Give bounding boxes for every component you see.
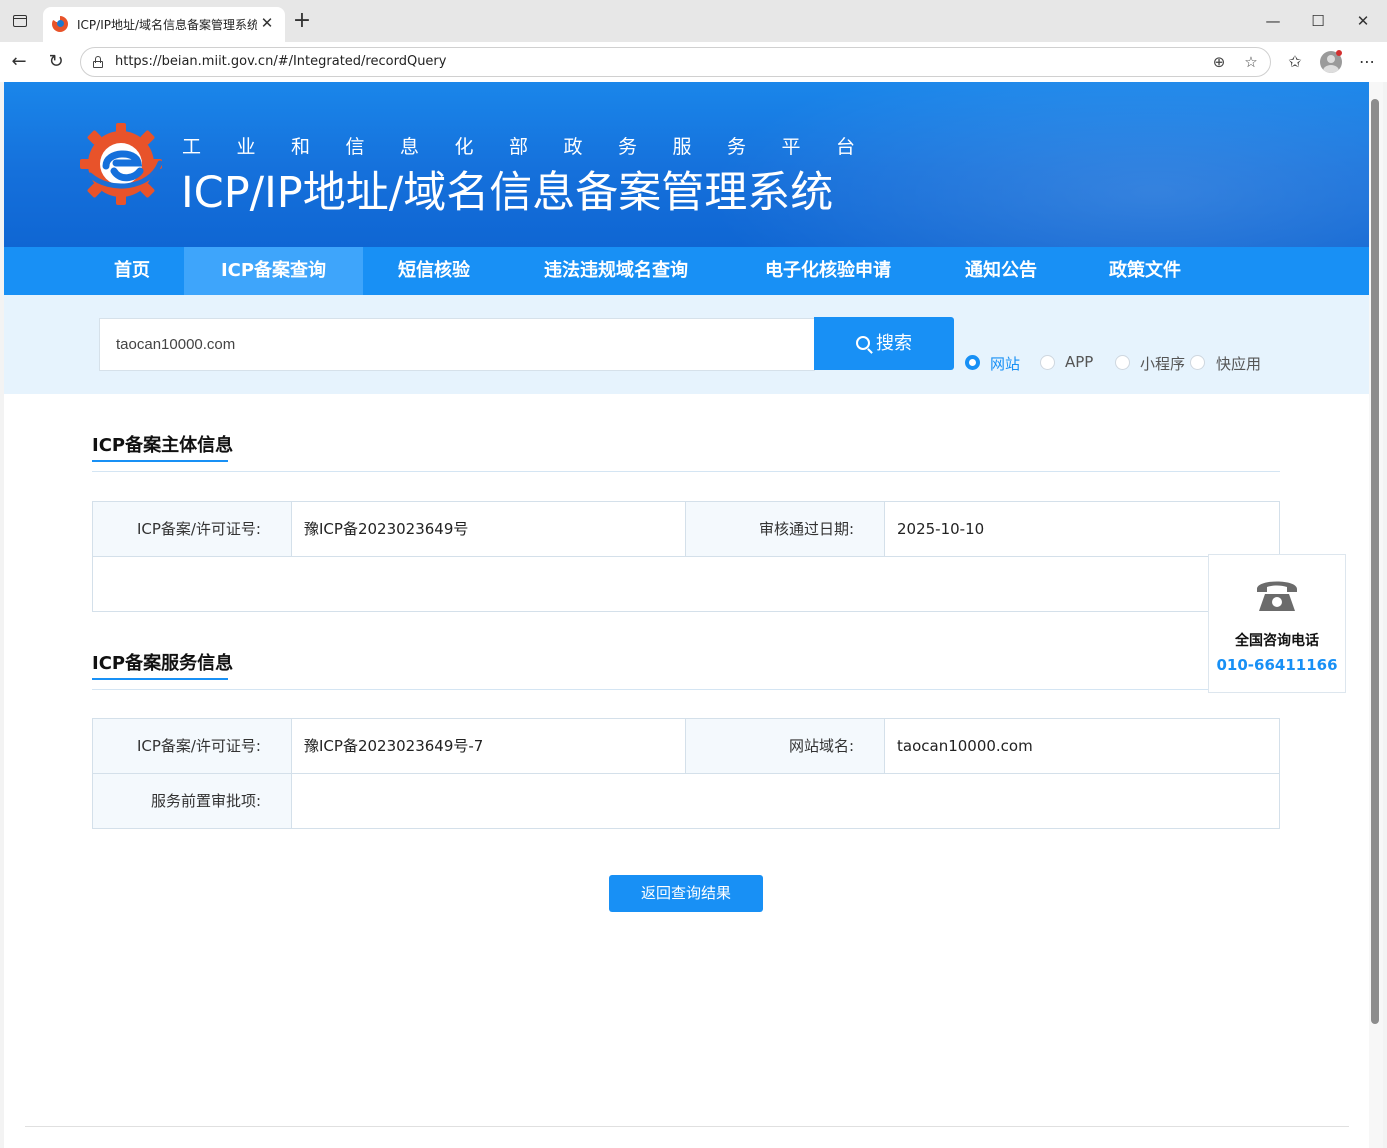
- site-favicon-icon: [52, 16, 68, 32]
- more-menu-icon[interactable]: ⋯: [1354, 49, 1380, 75]
- pre-approval-label: 服务前置审批项:: [92, 773, 292, 829]
- tab-actions-icon[interactable]: [8, 9, 32, 33]
- browser-tab[interactable]: ICP/IP地址/域名信息备案管理系统 ✕: [43, 7, 285, 42]
- close-tab-icon[interactable]: ✕: [257, 13, 277, 33]
- zoom-icon[interactable]: ⊕: [1209, 52, 1229, 72]
- service-license-label: ICP备案/许可证号:: [92, 718, 292, 774]
- lock-icon[interactable]: [93, 56, 103, 68]
- minimize-button[interactable]: —: [1253, 8, 1293, 34]
- profile-badge-icon: [1336, 50, 1342, 56]
- consult-phone[interactable]: 010-66411166: [1209, 656, 1345, 674]
- service-license-value: 豫ICP备2023023649号-7: [291, 718, 686, 774]
- domain-value: taocan10000.com: [884, 718, 1280, 774]
- pre-approval-value: [291, 773, 1280, 829]
- maximize-button[interactable]: ☐: [1298, 8, 1338, 34]
- main-nav: 首页 ICP备案查询 短信核验 违法违规域名查询 电子化核验申请 通知公告 政策…: [4, 247, 1369, 295]
- radio-dot-icon: [1115, 355, 1130, 370]
- back-to-results-button[interactable]: 返回查询结果: [609, 875, 763, 912]
- nav-sms-verify[interactable]: 短信核验: [376, 247, 492, 295]
- url-text[interactable]: https://beian.miit.gov.cn/#/Integrated/r…: [115, 54, 446, 69]
- site-logo-icon: [80, 123, 162, 205]
- back-arrow-icon[interactable]: ←: [6, 49, 32, 75]
- nav-policy-docs[interactable]: 政策文件: [1088, 247, 1202, 295]
- nav-home[interactable]: 首页: [84, 247, 180, 295]
- search-button[interactable]: 搜索: [814, 317, 954, 370]
- radio-dot-icon: [965, 355, 980, 370]
- radio-mini-program[interactable]: 小程序: [1115, 353, 1190, 373]
- nav-illegal-domain-query[interactable]: 违法违规域名查询: [525, 247, 707, 295]
- approval-date-value: 2025-10-10: [884, 501, 1280, 557]
- subject-license-value: 豫ICP备2023023649号: [291, 501, 686, 557]
- section-divider: [92, 471, 1280, 472]
- consult-panel: 全国咨询电话 010-66411166: [1208, 554, 1346, 693]
- page-viewport: 工业和信息化部政务服务平台 ICP/IP地址/域名信息备案管理系统 首页 ICP…: [4, 82, 1369, 1148]
- system-title: ICP/IP地址/域名信息备案管理系统: [181, 168, 834, 218]
- approval-date-label: 审核通过日期:: [685, 501, 885, 557]
- service-info-title: ICP备案服务信息: [92, 653, 234, 674]
- search-area: taocan10000.com 搜索 网站 APP 小程序 快应用: [4, 295, 1369, 394]
- search-input[interactable]: taocan10000.com: [99, 318, 815, 371]
- browser-tab-bar: ICP/IP地址/域名信息备案管理系统 ✕ + — ☐ ✕: [0, 0, 1387, 42]
- domain-label: 网站域名:: [685, 718, 885, 774]
- radio-app[interactable]: APP: [1040, 353, 1110, 373]
- subject-license-label: ICP备案/许可证号:: [92, 501, 292, 557]
- site-banner: 工业和信息化部政务服务平台 ICP/IP地址/域名信息备案管理系统: [4, 82, 1369, 247]
- search-button-label: 搜索: [876, 333, 912, 354]
- favorites-bar-icon[interactable]: ✩: [1282, 49, 1308, 75]
- radio-dot-icon: [1040, 355, 1055, 370]
- nav-notices[interactable]: 通知公告: [944, 247, 1058, 295]
- subject-info-title: ICP备案主体信息: [92, 435, 234, 456]
- portal-subtitle: 工业和信息化部政务服务平台: [182, 136, 891, 158]
- nav-icp-query[interactable]: ICP备案查询: [184, 247, 363, 295]
- refresh-icon[interactable]: ↻: [43, 49, 69, 75]
- phone-icon: [1257, 581, 1297, 611]
- search-icon: [856, 336, 870, 350]
- browser-toolbar: ← ↻ https://beian.miit.gov.cn/#/Integrat…: [0, 42, 1387, 82]
- new-tab-button[interactable]: +: [289, 9, 315, 35]
- nav-e-verify-apply[interactable]: 电子化核验申请: [746, 247, 910, 295]
- section-divider: [92, 689, 1280, 690]
- consult-title: 全国咨询电话: [1235, 633, 1319, 649]
- scrollbar-thumb[interactable]: [1371, 99, 1379, 1024]
- radio-dot-icon: [1190, 355, 1205, 370]
- address-bar[interactable]: https://beian.miit.gov.cn/#/Integrated/r…: [80, 47, 1271, 77]
- subject-info-empty-row: [92, 556, 1280, 612]
- radio-quick-app[interactable]: 快应用: [1190, 353, 1265, 373]
- radio-website[interactable]: 网站: [965, 353, 1035, 373]
- tab-title: ICP/IP地址/域名信息备案管理系统: [77, 18, 257, 32]
- close-window-button[interactable]: ✕: [1343, 8, 1383, 34]
- favorite-star-icon[interactable]: ☆: [1241, 52, 1261, 72]
- section-underline: [92, 460, 228, 462]
- section-underline: [92, 678, 228, 680]
- footer-divider: [25, 1126, 1349, 1127]
